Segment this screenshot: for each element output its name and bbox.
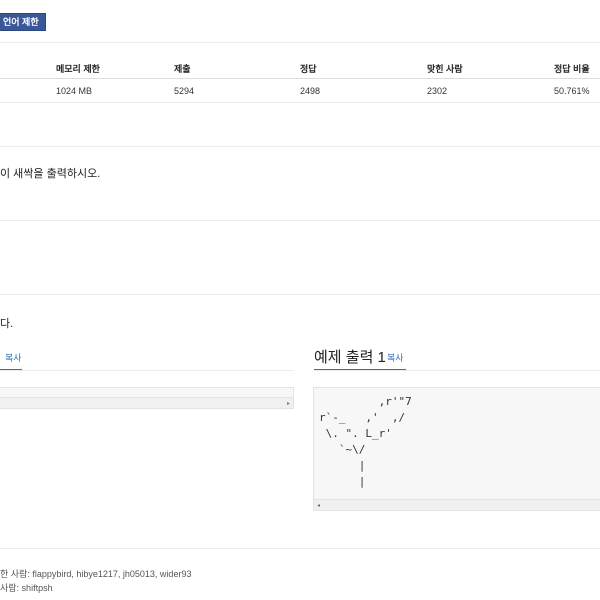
sample-output-title: 예제 출력 1 <box>314 349 386 366</box>
header-solved-users: 맞힌 사람 <box>427 64 463 74</box>
table-header-divider <box>0 78 600 79</box>
sample-output-scrollbar[interactable] <box>314 499 600 510</box>
header-memory-limit: 메모리 제한 <box>56 64 100 74</box>
divider <box>0 220 600 221</box>
sample-input-scrollbar[interactable] <box>0 397 293 408</box>
problem-description: 이 새싹을 출력하시오. <box>0 168 101 180</box>
divider <box>0 42 600 43</box>
header-submissions: 제출 <box>174 64 191 74</box>
cell-memory-limit: 1024 MB <box>56 86 93 96</box>
divider <box>0 294 600 295</box>
output-description: 다. <box>0 318 14 330</box>
cell-accept-ratio: 50.761% <box>554 86 590 96</box>
divider <box>0 548 600 549</box>
header-accepted: 정답 <box>300 64 317 74</box>
table-bottom-divider <box>0 102 600 103</box>
language-restriction-badge[interactable]: 언어 제한 <box>0 13 46 31</box>
sample-output-copy-link[interactable]: 복사 <box>387 351 404 364</box>
cell-accepted: 2498 <box>300 86 321 96</box>
sample-output-content: ,r'"7 r`-_ ,' ,/ \. ". L_r' `~\/ | | <box>319 395 412 488</box>
sample-input-header-divider <box>0 370 294 371</box>
header-accept-ratio: 정답 비율 <box>554 64 590 74</box>
sample-output-box[interactable]: ,r'"7 r`-_ ,' ,/ \. ". L_r' `~\/ | | ◂ <box>313 387 600 511</box>
divider <box>0 146 600 147</box>
credits-line-1: 한 사람: flappybird, hibye1217, jh05013, wi… <box>0 569 192 579</box>
credits-line-2: 사람: shiftpsh <box>0 583 53 593</box>
scroll-right-arrow-icon[interactable]: ▸ <box>287 400 290 407</box>
cell-submissions: 5294 <box>174 86 195 96</box>
sample-input-box[interactable]: ▸ <box>0 387 294 409</box>
scroll-left-arrow-icon[interactable]: ◂ <box>317 502 320 509</box>
cell-solved-users: 2302 <box>427 86 448 96</box>
sample-output-header-divider <box>314 370 600 371</box>
sample-input-copy-link[interactable]: 복사 <box>5 351 22 364</box>
